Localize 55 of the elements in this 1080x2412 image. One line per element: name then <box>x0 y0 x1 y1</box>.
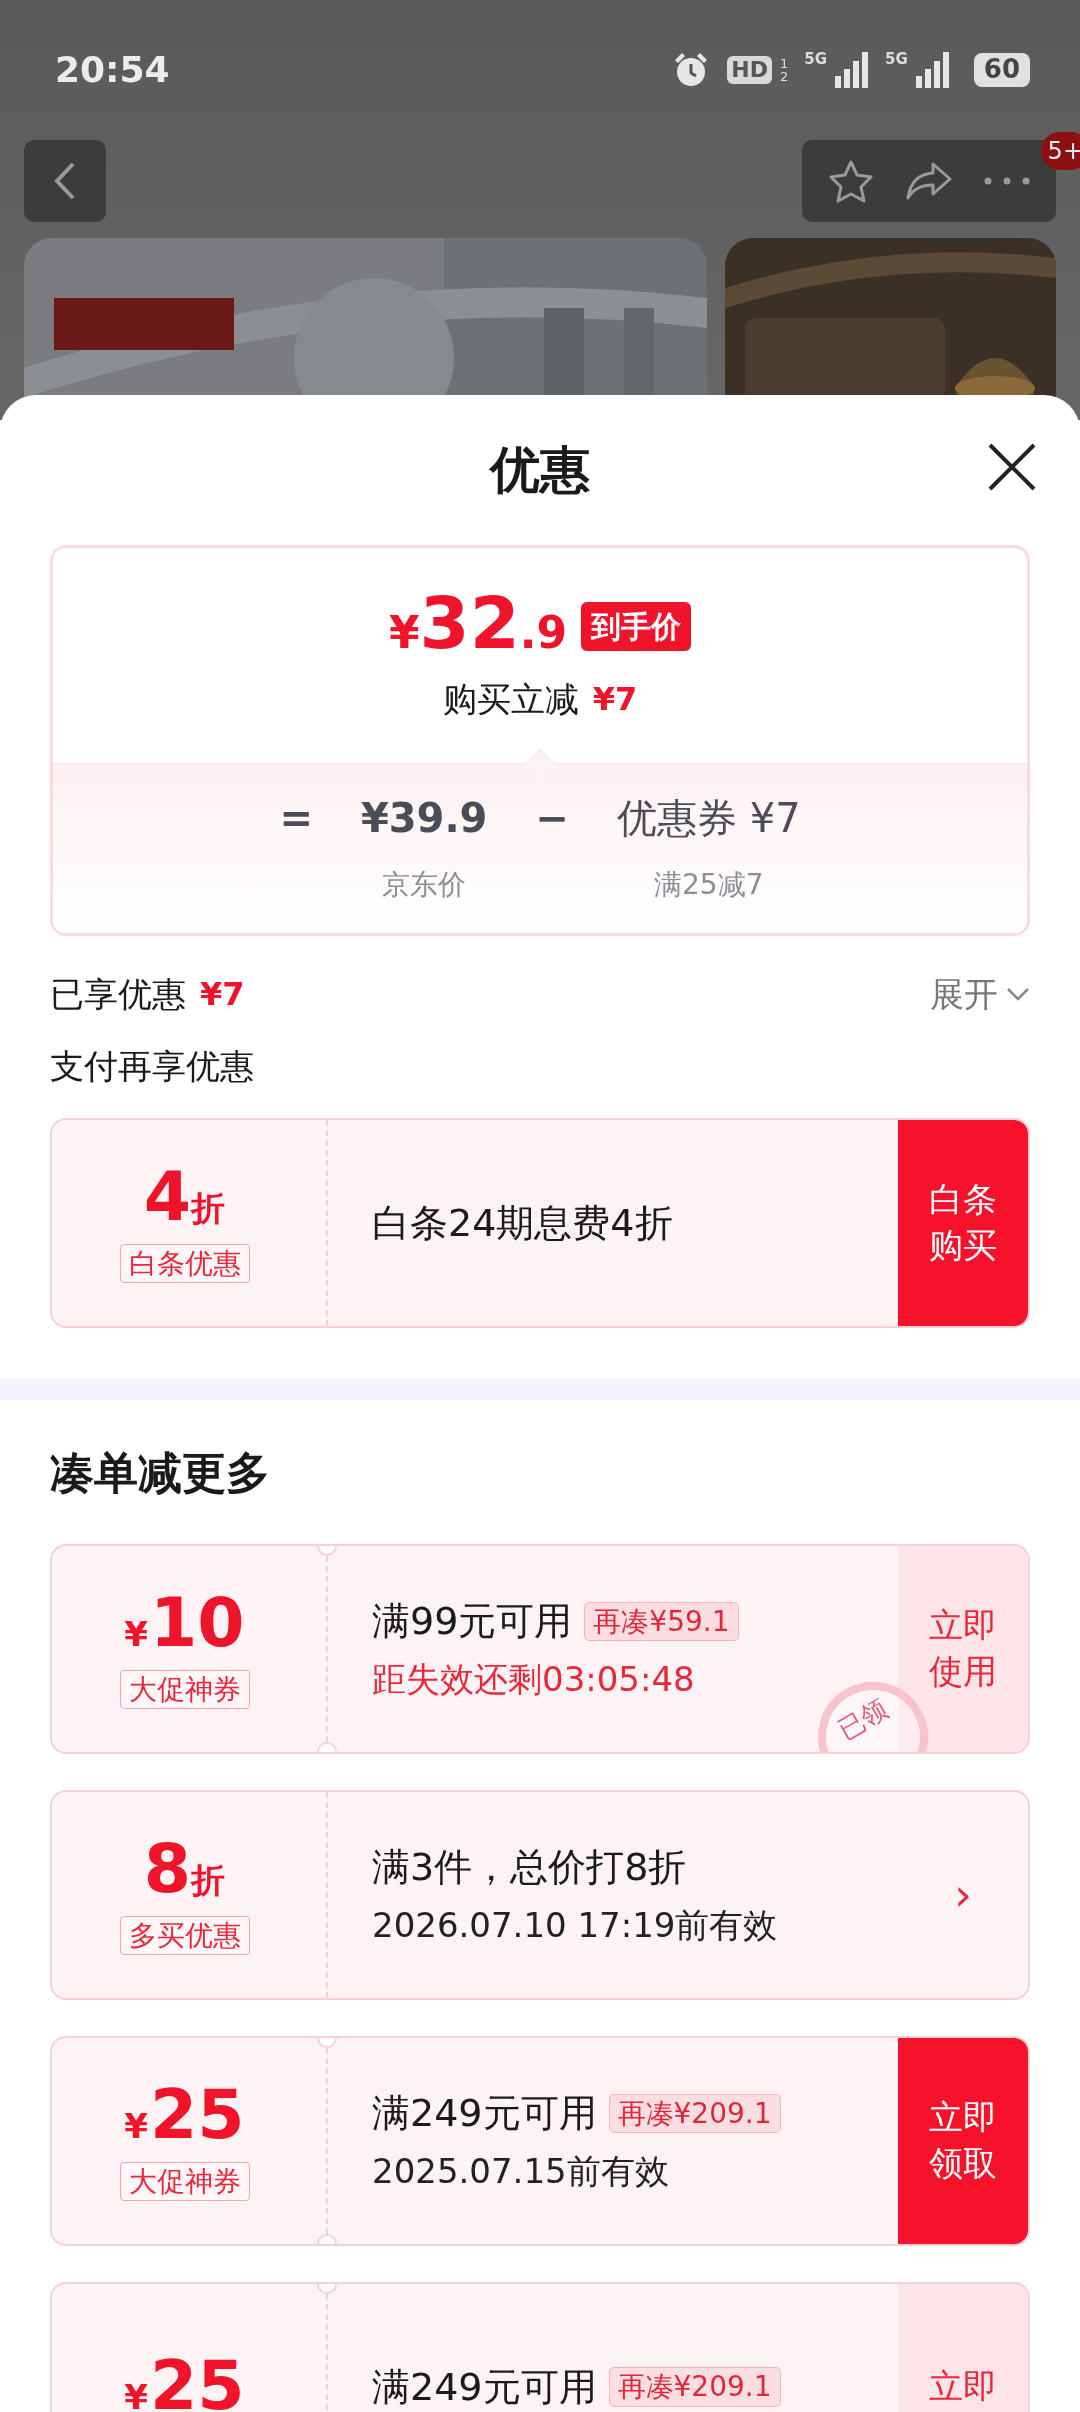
final-price: ¥32.9 <box>388 586 568 666</box>
minus-sign: − <box>535 794 569 843</box>
coupon-title: 白条24期息费4折 <box>372 1199 673 1247</box>
saving-amount: ¥7 <box>592 679 638 720</box>
coupon-title: 满249元可用 <box>372 2090 597 2137</box>
coupon-condition: 满25减7 <box>654 867 764 903</box>
price-tag: 到手价 <box>581 601 692 651</box>
base-price: ¥39.9 <box>360 794 488 843</box>
coupon-action-button[interactable]: 立即 <box>898 2284 1028 2412</box>
chevron-left-icon <box>53 161 77 201</box>
coupon-tag: 白条优惠 <box>119 1243 250 1284</box>
equals-sign: = <box>279 794 313 843</box>
remaining-amount-tag: 再凑¥59.1 <box>584 1601 739 1642</box>
coupon-value: ¥25 <box>124 2080 245 2152</box>
notification-badge: 5+ <box>1040 132 1080 170</box>
sim-number: 2 <box>780 70 789 83</box>
signal-icon <box>835 52 870 88</box>
sheet-title: 优惠 <box>490 439 590 501</box>
coupon-value: 4折 <box>143 1162 226 1234</box>
expand-toggle[interactable]: 展开 <box>930 968 1030 1020</box>
coupon-validity: 2025.07.15前有效 <box>372 2150 670 2193</box>
hd-indicator: HD <box>727 55 773 85</box>
section-title: 凑单减更多 <box>49 1446 271 1500</box>
signal-icon <box>915 52 950 88</box>
coupon-value: ¥25 <box>124 2351 245 2412</box>
battery-level: 60 <box>973 53 1030 87</box>
coupon-action-button[interactable]: 立即使用 <box>898 1546 1028 1752</box>
saving-label: 购买立减 <box>442 677 579 721</box>
coupon-title: 满99元可用 <box>372 1598 573 1645</box>
coupon-tag: 大促神券 <box>119 1669 250 1710</box>
coupon-validity: 距失效还剩03:05:48 <box>372 1658 696 1701</box>
sim-number: 1 <box>780 57 789 70</box>
coupon-tag: 多买优惠 <box>119 1915 250 1956</box>
coupon-action-button[interactable]: 白条购买 <box>898 1120 1028 1326</box>
coupon-value: ¥10 <box>124 1588 245 1660</box>
network-type: 5G <box>885 49 908 70</box>
remaining-amount-tag: 再凑¥209.1 <box>608 2367 781 2407</box>
coupon-title: 满3件，总价打8折 <box>372 1844 687 1891</box>
star-icon <box>828 159 874 203</box>
coupon-tag: 大促神券 <box>119 2161 250 2202</box>
back-button[interactable] <box>24 140 106 222</box>
discount-amount: ¥7 <box>200 974 245 1015</box>
share-icon <box>905 161 953 201</box>
base-price-label: 京东价 <box>382 867 467 903</box>
status-time: 20:54 <box>55 48 170 92</box>
section-title: 支付再享优惠 <box>49 1044 255 1088</box>
network-type: 5G <box>804 49 828 70</box>
coupon-discount: 优惠券 ¥7 <box>616 794 801 843</box>
more-icon <box>984 177 1030 185</box>
coupon-action-button[interactable]: 立即领取 <box>898 2038 1028 2244</box>
coupon-validity: 2026.07.10 17:19前有效 <box>372 1904 779 1947</box>
discount-label: 已享优惠 <box>50 972 186 1016</box>
remaining-amount-tag: 再凑¥209.1 <box>608 2093 781 2134</box>
coupon-value: 8折 <box>143 1834 226 1906</box>
coupon-title: 满249元可用 <box>372 2363 597 2411</box>
